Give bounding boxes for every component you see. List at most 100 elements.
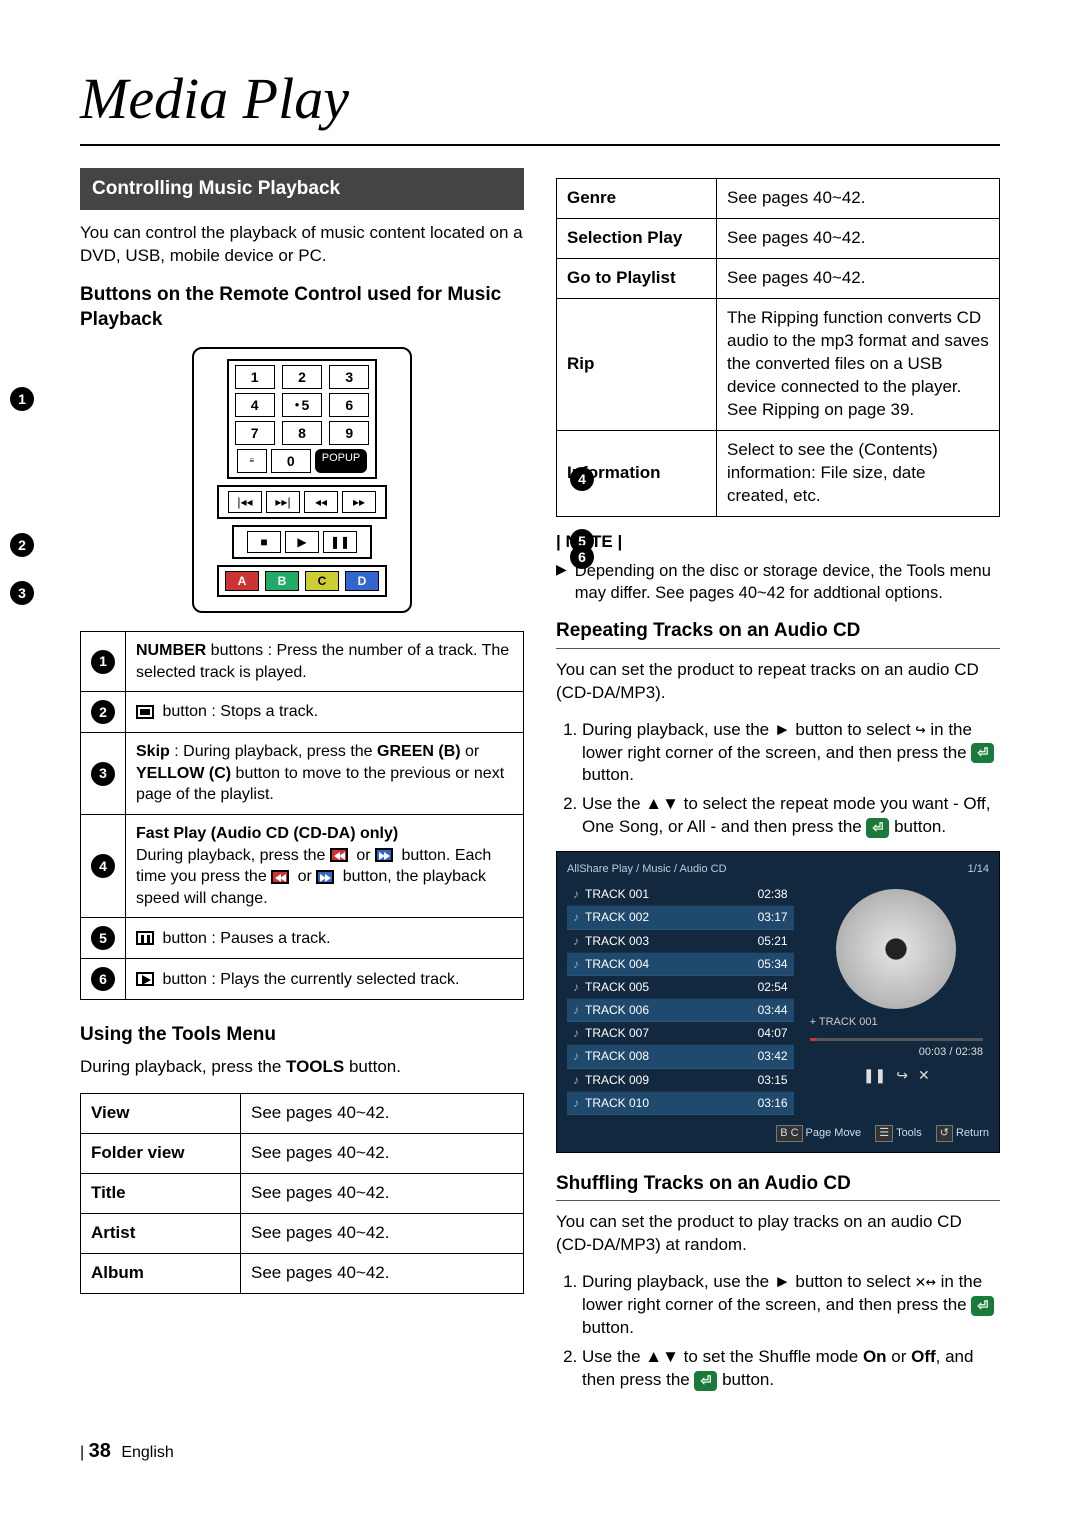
- track-row: ♪TRACK 00704:07: [567, 1022, 794, 1045]
- shuffle-steps: During playback, use the ► button to sel…: [556, 1271, 1000, 1392]
- prev-track-icon: |◂◂: [228, 491, 262, 513]
- right-column: GenreSee pages 40~42.Selection PlaySee p…: [556, 168, 1000, 1398]
- repeat-steps: During playback, use the ► button to sel…: [556, 719, 1000, 840]
- repeat-intro: You can set the product to repeat tracks…: [556, 659, 1000, 705]
- remote-key-a: A: [225, 571, 259, 591]
- player-screenshot: AllShare Play / Music / Audio CD 1/14 ♪T…: [556, 851, 1000, 1153]
- tools-key: Selection Play: [557, 219, 717, 259]
- tools-key: Rip: [557, 299, 717, 431]
- row-callout: 5: [91, 926, 115, 950]
- remote-key-4: 4: [235, 393, 275, 417]
- tools-key: Genre: [557, 179, 717, 219]
- repeat-heading: Repeating Tracks on an Audio CD: [556, 618, 1000, 649]
- tools-key: Folder view: [81, 1133, 241, 1173]
- row-callout: 2: [91, 700, 115, 724]
- left-column: Controlling Music Playback You can contr…: [80, 168, 524, 1398]
- track-row: ♪TRACK 00305:21: [567, 930, 794, 953]
- track-row: ♪TRACK 00102:38: [567, 883, 794, 906]
- track-row: ♪TRACK 00203:17: [567, 906, 794, 929]
- note-text: Depending on the disc or storage device,…: [575, 560, 1000, 605]
- tools-table-right: GenreSee pages 40~42.Selection PlaySee p…: [556, 178, 1000, 516]
- remote-key-c: C: [305, 571, 339, 591]
- note-heading: NOTE: [556, 531, 1000, 554]
- tools-key: Artist: [81, 1213, 241, 1253]
- player-shuffle-icon: ✕: [918, 1066, 930, 1085]
- row-callout: 6: [91, 967, 115, 991]
- tools-key: Go to Playlist: [557, 259, 717, 299]
- tools-val: See pages 40~42.: [717, 219, 1000, 259]
- next-track-icon: ▸▸|: [266, 491, 300, 513]
- tools-val: See pages 40~42.: [717, 179, 1000, 219]
- track-row: ♪TRACK 00405:34: [567, 953, 794, 976]
- section-heading: Controlling Music Playback: [80, 168, 524, 210]
- step-item: Use the ▲▼ to select the repeat mode you…: [582, 793, 1000, 839]
- row-desc: button : Plays the currently selected tr…: [126, 959, 524, 1000]
- track-row: ♪TRACK 00603:44: [567, 999, 794, 1022]
- player-art-pane: + TRACK 001 00:03 / 02:38 ❚❚ ↪ ✕: [804, 883, 989, 1115]
- remote-transport-row-1: |◂◂ ▸▸| ◂◂ ▸▸: [217, 485, 387, 519]
- legend-item: ☰Tools: [875, 1125, 922, 1142]
- row-callout: 3: [91, 762, 115, 786]
- bullet-icon: ▶: [556, 560, 567, 605]
- tools-val: See pages 40~42.: [241, 1094, 524, 1134]
- row-desc: button : Pauses a track.: [126, 918, 524, 959]
- remote-diagram: 1 2 3 4 5 6 1 2 3 4 ●5 6 7 8 9 ≡: [80, 347, 524, 613]
- tools-key: Album: [81, 1253, 241, 1293]
- legend-item: B CPage Move: [776, 1125, 861, 1142]
- callout-4: 4: [570, 467, 594, 491]
- player-legend: B CPage Move☰Tools↺Return: [567, 1125, 989, 1142]
- page-footer: 38 English: [80, 1438, 1000, 1465]
- pause-icon: ❚❚: [323, 531, 357, 553]
- player-track-list: ♪TRACK 00102:38♪TRACK 00203:17♪TRACK 003…: [567, 883, 794, 1115]
- tools-val: See pages 40~42.: [241, 1253, 524, 1293]
- remote-numpad: 1 2 3 4 ●5 6 7 8 9 ≡ 0 POPUP: [227, 359, 377, 479]
- remote-key-8: 8: [282, 421, 322, 445]
- shuffle-intro: You can set the product to play tracks o…: [556, 1211, 1000, 1257]
- player-controls: ❚❚ ↪ ✕: [804, 1066, 989, 1085]
- tools-val: Select to see the (Contents) information…: [717, 430, 1000, 516]
- track-row: ♪TRACK 00903:15: [567, 1069, 794, 1092]
- player-pause-icon: ❚❚: [863, 1066, 886, 1085]
- step-item: Use the ▲▼ to set the Shuffle mode On or…: [582, 1346, 1000, 1392]
- row-desc: button : Stops a track.: [126, 692, 524, 733]
- remote-key-b: B: [265, 571, 299, 591]
- row-desc: Skip : During playback, press the GREEN …: [126, 733, 524, 815]
- remote-key-menu: ≡: [237, 449, 267, 473]
- tools-val: See pages 40~42.: [717, 259, 1000, 299]
- remote-key-3: 3: [329, 365, 369, 389]
- player-breadcrumb: AllShare Play / Music / Audio CD: [567, 863, 727, 875]
- intro-text: You can control the playback of music co…: [80, 222, 524, 268]
- player-now-playing: + TRACK 001: [810, 1015, 989, 1030]
- remote-key-d: D: [345, 571, 379, 591]
- remote-transport-row-2: ■ ▶ ❚❚: [232, 525, 372, 559]
- remote-key-popup: POPUP: [315, 449, 368, 473]
- play-icon: ▶: [285, 531, 319, 553]
- disc-icon: [836, 889, 956, 1009]
- row-callout: 4: [91, 854, 115, 878]
- callout-2: 2: [10, 533, 34, 557]
- step-item: During playback, use the ► button to sel…: [582, 719, 1000, 788]
- track-row: ♪TRACK 00803:42: [567, 1045, 794, 1068]
- player-time: 00:03 / 02:38: [804, 1045, 983, 1060]
- page-language: English: [121, 1444, 173, 1461]
- tools-key: Title: [81, 1173, 241, 1213]
- tools-val: See pages 40~42.: [241, 1213, 524, 1253]
- step-item: During playback, use the ► button to sel…: [582, 1271, 1000, 1340]
- tools-intro: During playback, press the TOOLS button.: [80, 1056, 524, 1079]
- remote-color-row: A B C D: [217, 565, 387, 597]
- remote-key-6: 6: [329, 393, 369, 417]
- player-repeat-icon: ↪: [896, 1066, 908, 1085]
- forward-icon: ▸▸: [342, 491, 376, 513]
- tools-table-left: ViewSee pages 40~42.Folder viewSee pages…: [80, 1093, 524, 1294]
- track-row: ♪TRACK 00502:54: [567, 976, 794, 999]
- remote-key-7: 7: [235, 421, 275, 445]
- callout-6: 6: [570, 545, 594, 569]
- callout-3: 3: [10, 581, 34, 605]
- tools-val: The Ripping function converts CD audio t…: [717, 299, 1000, 431]
- remote-key-5: ●5: [282, 393, 322, 417]
- remote-key-1: 1: [235, 365, 275, 389]
- rewind-icon: ◂◂: [304, 491, 338, 513]
- page-number: 38: [89, 1440, 111, 1462]
- note-item: ▶ Depending on the disc or storage devic…: [556, 560, 1000, 605]
- shuffle-heading: Shuffling Tracks on an Audio CD: [556, 1171, 1000, 1202]
